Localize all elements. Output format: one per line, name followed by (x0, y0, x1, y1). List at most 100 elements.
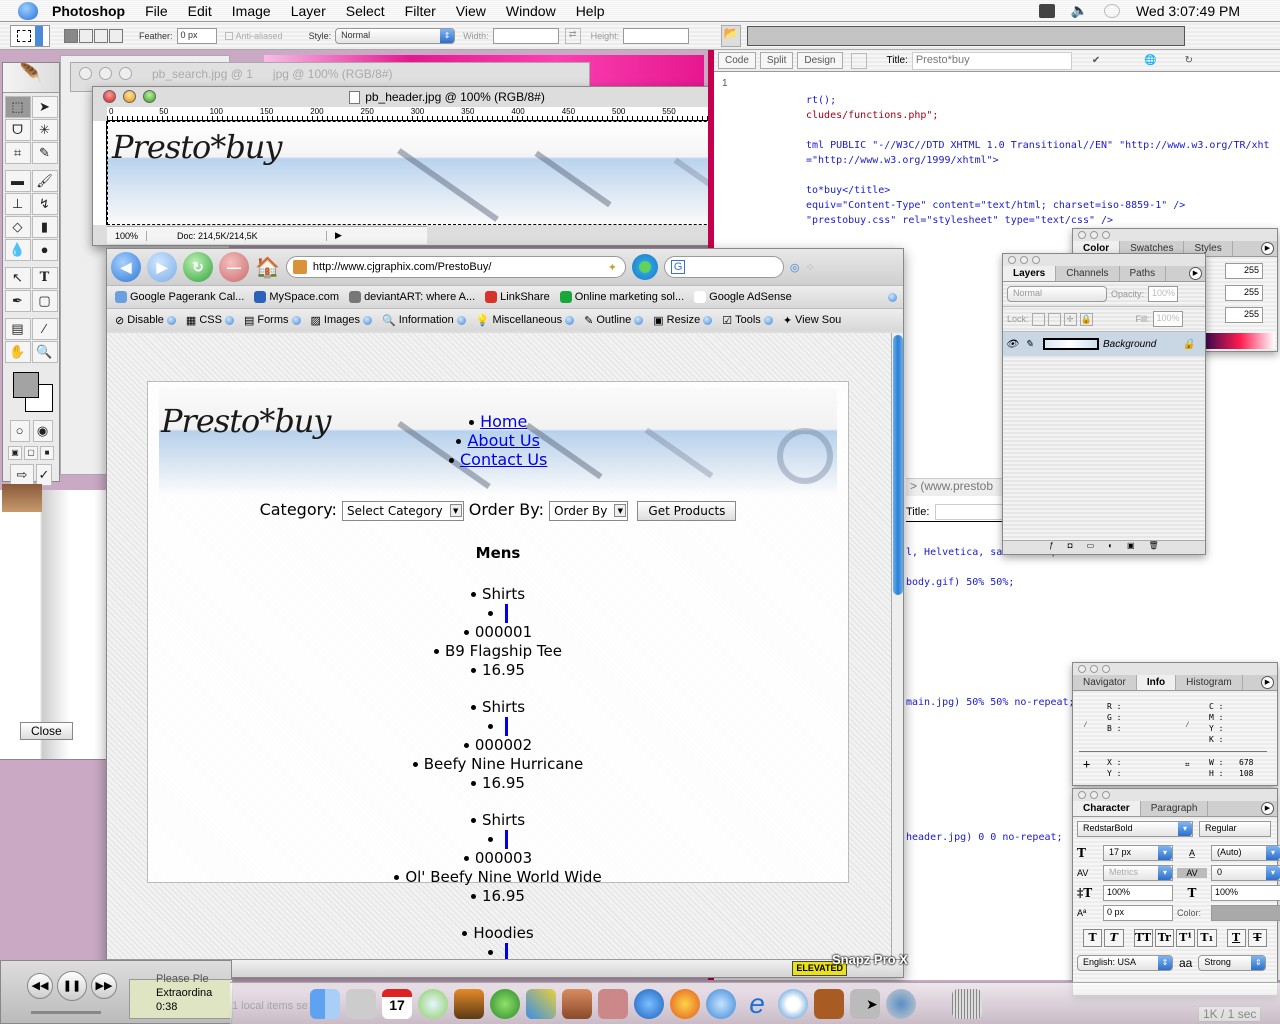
document-title-bar[interactable]: pb_header.jpg @ 100% (RGB/8#) (93, 87, 801, 107)
title-input[interactable]: Presto*buy (911, 51, 1072, 70)
path-select-icon[interactable]: ↖ (4, 267, 31, 289)
notes-tool-icon[interactable]: ▤ (4, 318, 31, 340)
menu-filter[interactable]: Filter (405, 3, 436, 19)
font-size-select[interactable]: 17 px ▾ (1103, 845, 1173, 861)
code-line[interactable]: tml PUBLIC "-//W3C//DTD XHTML 1.0 Transi… (806, 140, 1270, 151)
healing-brush-icon[interactable]: ▬ (4, 170, 31, 192)
antialias-select[interactable]: Strong ⇕ (1198, 955, 1267, 971)
search-go-icon[interactable]: ◎ (790, 261, 800, 274)
tab-layers[interactable]: Layers (1003, 266, 1057, 281)
small-caps-button[interactable]: Tr (1154, 929, 1174, 947)
internet-explorer-icon[interactable]: e (742, 988, 772, 1019)
order-by-select[interactable]: Order By ▼ (549, 500, 629, 521)
adjustment-layer-icon[interactable]: ◐ (1108, 541, 1113, 554)
code-line[interactable]: "prestobuy.css" rel="stylesheet" type="t… (806, 215, 1113, 226)
volume-icon[interactable]: 🔈 (1071, 2, 1088, 19)
tab-paragraph[interactable]: Paragraph (1141, 801, 1209, 816)
tab-histogram[interactable]: Histogram (1176, 675, 1243, 690)
tab-navigator[interactable]: Navigator (1073, 675, 1137, 690)
display-icon[interactable] (1038, 3, 1055, 18)
blur-tool-icon[interactable]: 💧 (4, 239, 31, 261)
commit-icon[interactable]: ✓ (36, 464, 52, 486)
dodge-tool-icon[interactable]: ● (31, 239, 58, 261)
firefox-icon[interactable] (670, 988, 700, 1019)
layer-set-icon[interactable]: ▭ (1087, 541, 1095, 554)
language-select[interactable]: English: USA ⇕ (1077, 955, 1173, 971)
pen-tool-icon[interactable]: ✒ (4, 290, 31, 312)
code-line[interactable]: rt(); (806, 95, 836, 106)
underline-button[interactable]: T (1226, 929, 1246, 947)
fill-input[interactable]: 100% (1152, 311, 1183, 327)
window-minimize-inactive[interactable] (99, 67, 112, 80)
jump-to-imageready-icon[interactable]: ⇨ (10, 464, 34, 486)
code-line[interactable]: to*buy</title> (806, 185, 890, 196)
intersect-selection-icon[interactable] (109, 28, 123, 43)
scrollbar-thumb[interactable] (893, 335, 903, 595)
menu-clock[interactable]: Wed 3:07:49 PM (1136, 3, 1240, 19)
bookmark-item[interactable]: LinkShare (485, 291, 550, 303)
window-zoom-inactive[interactable] (119, 67, 132, 80)
tab-paths[interactable]: Paths (1120, 266, 1167, 281)
tab-info[interactable]: Info (1136, 675, 1177, 690)
feather-input[interactable]: 0 px (176, 27, 217, 44)
window-close-inactive[interactable] (79, 67, 92, 80)
css-title-input[interactable] (935, 503, 1006, 520)
next-track-button[interactable]: ▶▶ (91, 973, 117, 999)
palette-close[interactable] (1078, 231, 1086, 239)
marquee-tool-preset[interactable] (10, 24, 50, 47)
palette-close[interactable] (1078, 791, 1086, 799)
site-logo[interactable]: Presto*buy (161, 402, 331, 440)
blend-mode-select[interactable]: Normal (1007, 286, 1107, 302)
pause-button[interactable]: ❚❚ (57, 971, 87, 1001)
speech-bubble-icon[interactable] (1103, 3, 1120, 18)
file-browser-icon[interactable]: 📂 (721, 24, 742, 47)
bookmark-star-icon[interactable]: ✦ (608, 261, 617, 274)
add-selection-icon[interactable] (79, 28, 93, 43)
leading-select[interactable]: (Auto) ▾ (1211, 845, 1280, 861)
feather-app-icon[interactable] (526, 988, 556, 1019)
bookmarks-overflow-icon[interactable] (888, 292, 897, 302)
lock-all-icon[interactable]: 🔒 (1079, 312, 1093, 326)
move-tool-icon[interactable]: ➤ (31, 96, 58, 118)
forward-button[interactable]: ▶ (147, 252, 177, 282)
gradient-tool-icon[interactable]: ▮ (31, 216, 58, 238)
refresh-icon[interactable]: ↻ (1185, 55, 1193, 66)
green-value-input[interactable]: 255 (1225, 285, 1263, 301)
code-line[interactable]: equiv="Content-Type" content="text/html;… (806, 200, 1185, 211)
preview-browser-icon[interactable]: 🌐 (1144, 55, 1156, 66)
design-view-button[interactable]: Design (797, 52, 843, 69)
reload-button[interactable]: ↻ (183, 252, 213, 282)
menu-view[interactable]: View (456, 3, 486, 19)
bookmark-item[interactable]: deviantART: where A... (349, 291, 475, 303)
lock-position-icon[interactable]: ✛ (1063, 312, 1077, 326)
color-ramp[interactable] (1205, 333, 1275, 349)
window-zoom-button[interactable] (143, 90, 156, 103)
vertical-scrollbar[interactable] (891, 333, 903, 961)
anti-aliased-checkbox[interactable] (224, 31, 233, 40)
window-minimize-button[interactable] (123, 90, 136, 103)
radio-app-icon[interactable] (598, 988, 628, 1019)
trash-icon[interactable]: 🗑 (1149, 541, 1159, 554)
screen-mode-full-menu-icon[interactable]: ▢ (24, 446, 38, 460)
red-value-input[interactable]: 255 (1225, 263, 1263, 279)
network-icon[interactable] (706, 988, 736, 1019)
code-line[interactable]: ="http://www.w3.org/1999/xhtml"> (806, 155, 999, 166)
window-close-button[interactable] (103, 90, 116, 103)
crop-tool-icon[interactable]: ⌗ (4, 142, 31, 164)
all-caps-button[interactable]: TT (1133, 929, 1153, 947)
volume-slider[interactable] (31, 1011, 101, 1014)
devbar-menu-images[interactable]: ▨ Images (311, 314, 372, 327)
palette-close[interactable] (1078, 665, 1086, 673)
devbar-menu-outline[interactable]: ✎ Outline (584, 314, 644, 327)
font-style-select[interactable]: Regular (1199, 821, 1271, 837)
url-bar[interactable]: http://www.cjgraphix.com/PrestoBuy/ ✦ (285, 256, 626, 278)
lock-transparency-icon[interactable] (1031, 312, 1045, 326)
standard-mode-icon[interactable]: ○ (9, 420, 30, 442)
eraser-tool-icon[interactable]: ◇ (4, 216, 31, 238)
width-input[interactable] (492, 27, 559, 44)
palette-menu-arrow-icon[interactable]: ▶ (1189, 267, 1202, 280)
devbar-menu-disable[interactable]: ⊘ Disable (115, 314, 176, 327)
font-family-select[interactable]: RedstarBold ▾ (1077, 821, 1193, 837)
clone-stamp-icon[interactable]: ⊥ (4, 193, 31, 215)
magic-wand-tool-icon[interactable]: ✳ (31, 119, 58, 141)
